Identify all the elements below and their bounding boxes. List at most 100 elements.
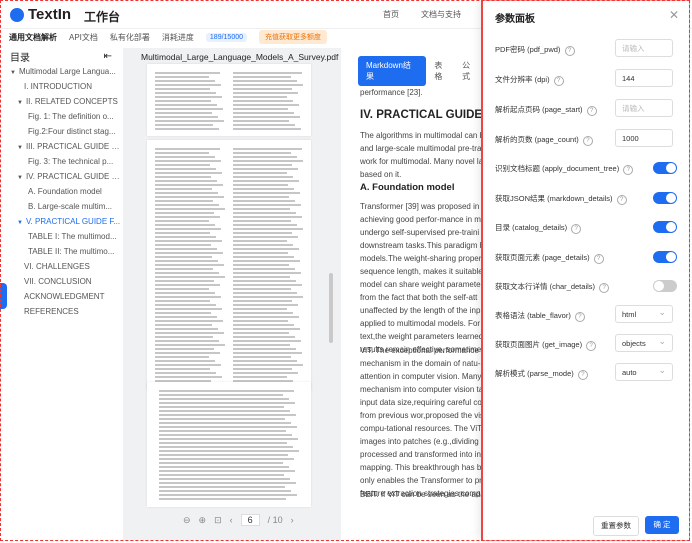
- collapse-icon[interactable]: ⇤: [104, 51, 112, 62]
- pdf-text-line: [155, 304, 216, 306]
- result-line: models.The weight-sharing propert: [360, 254, 482, 263]
- expand-arrow-icon[interactable]: ▼: [17, 145, 23, 151]
- param-label-text: 表格语法 (table_flavor): [495, 311, 571, 320]
- param-toggle[interactable]: [653, 251, 677, 263]
- pdf-text-line: [155, 272, 219, 274]
- param-input[interactable]: 1000: [615, 129, 673, 147]
- toc-item[interactable]: TABLE II: The multimo...: [0, 244, 122, 259]
- fit-icon[interactable]: ⊡: [214, 515, 222, 526]
- pdf-text-line: [233, 356, 291, 358]
- subnav-api-docs[interactable]: API文档: [69, 32, 98, 43]
- pdf-text-line: [159, 478, 290, 480]
- param-select[interactable]: auto: [615, 361, 673, 381]
- logo[interactable]: TextIn: [10, 6, 71, 23]
- pdf-text-line: [155, 236, 216, 238]
- pdf-text-line: [233, 228, 303, 230]
- top-nav: 首页 文档与支持: [383, 9, 461, 20]
- next-page-icon[interactable]: ›: [291, 515, 294, 525]
- param-select[interactable]: html: [615, 303, 673, 323]
- promo-button[interactable]: 充值获取更多额度: [259, 30, 327, 44]
- pdf-page-thumb[interactable]: [147, 140, 311, 390]
- nav-docs[interactable]: 文档与支持: [421, 9, 461, 20]
- tab-markdown[interactable]: Markdown结果: [358, 56, 427, 86]
- reset-button[interactable]: 重置参数: [593, 516, 639, 536]
- toc-item[interactable]: TABLE I: The multimod...: [0, 229, 122, 244]
- param-toggle[interactable]: [653, 221, 677, 233]
- toc-header: 目录 ⇤: [0, 48, 122, 64]
- help-icon[interactable]: ?: [599, 283, 610, 293]
- help-icon[interactable]: ?: [582, 136, 593, 146]
- help-icon[interactable]: ?: [586, 341, 597, 351]
- page-number-input[interactable]: 6: [240, 514, 260, 526]
- toc-item[interactable]: ACKNOWLEDGMENT: [0, 289, 122, 304]
- param-toggle[interactable]: [653, 162, 677, 174]
- pdf-page-thumb[interactable]: [147, 382, 311, 507]
- help-icon[interactable]: ?: [564, 46, 575, 56]
- param-toggle[interactable]: [653, 192, 677, 204]
- pdf-text-line: [155, 200, 213, 202]
- result-line: text,the weight parameters learned: [360, 332, 482, 341]
- tab-formula[interactable]: 公式: [458, 56, 482, 86]
- side-expand-tab[interactable]: [0, 283, 7, 309]
- toc-item[interactable]: REFERENCES: [0, 304, 122, 319]
- toc-item[interactable]: Fig. 1: The definition o...: [0, 109, 122, 124]
- param-select[interactable]: objects: [615, 332, 673, 352]
- expand-arrow-icon[interactable]: ▼: [17, 220, 23, 226]
- param-toggle[interactable]: [653, 280, 677, 292]
- pdf-text-line: [155, 128, 219, 130]
- close-icon[interactable]: ✕: [669, 8, 679, 22]
- pdf-text-line: [155, 152, 209, 154]
- toc-item[interactable]: Fig. 3: The technical p...: [0, 154, 122, 169]
- toc-item-label: A. Foundation model: [28, 187, 102, 196]
- pdf-viewer: Multimodal_Large_Language_Models_A_Surve…: [123, 48, 341, 541]
- toc-item[interactable]: ▼ III. PRACTICAL GUIDE F...: [0, 139, 122, 154]
- prev-page-icon[interactable]: ‹: [230, 515, 233, 525]
- expand-arrow-icon[interactable]: ▼: [10, 70, 16, 76]
- confirm-button[interactable]: 确 定: [645, 516, 679, 534]
- toc-item[interactable]: I. INTRODUCTION: [0, 79, 122, 94]
- help-icon[interactable]: ?: [553, 76, 564, 86]
- help-icon[interactable]: ?: [577, 370, 588, 380]
- help-icon[interactable]: ?: [593, 254, 604, 264]
- pdf-text-line: [159, 482, 296, 484]
- pdf-text-line: [233, 212, 296, 214]
- param-label: 获取文本行详情 (char_details) ?: [495, 281, 610, 293]
- result-tabs: Markdown结果 表格 公式: [358, 56, 482, 86]
- help-icon[interactable]: ?: [574, 312, 585, 322]
- toc-item[interactable]: VII. CONCLUSION: [0, 274, 122, 289]
- pdf-text-line: [155, 300, 210, 302]
- toc-list: ▼ Multimodal Large Langua... I. INTRODUCTI…: [0, 64, 122, 319]
- tab-table[interactable]: 表格: [430, 56, 454, 86]
- help-icon[interactable]: ?: [616, 195, 627, 205]
- help-icon[interactable]: ?: [586, 106, 597, 116]
- toc-item[interactable]: ▼ V. PRACTICAL GUIDE F...: [0, 214, 122, 229]
- pdf-text-line: [159, 446, 293, 448]
- param-label: 文件分辨率 (dpi) ?: [495, 74, 564, 86]
- expand-arrow-icon[interactable]: ▼: [17, 100, 23, 106]
- toc-item[interactable]: A. Foundation model: [0, 184, 122, 199]
- toc-item[interactable]: ▼ II. RELATED CONCEPTS: [0, 94, 122, 109]
- toc-item[interactable]: Fig.2:Four distinct stag...: [0, 124, 122, 139]
- expand-arrow-icon[interactable]: ▼: [17, 175, 23, 181]
- pdf-text-line: [159, 422, 291, 424]
- subnav-private-deploy[interactable]: 私有化部署: [110, 32, 150, 43]
- zoom-in-icon[interactable]: ⊕: [199, 515, 207, 526]
- param-input[interactable]: 请输入: [615, 39, 673, 57]
- pdf-page-thumb[interactable]: [147, 64, 311, 136]
- help-icon[interactable]: ?: [571, 224, 582, 234]
- pdf-text-line: [155, 316, 217, 318]
- pdf-text-line: [159, 442, 287, 444]
- toc-item[interactable]: ▼ Multimodal Large Langua...: [0, 64, 122, 79]
- viewer-scrollbar[interactable]: [329, 273, 333, 343]
- zoom-out-icon[interactable]: ⊖: [183, 515, 191, 526]
- help-icon[interactable]: ?: [623, 165, 634, 175]
- param-input[interactable]: 请输入: [615, 99, 673, 117]
- toc-item[interactable]: VI. CHALLENGES: [0, 259, 122, 274]
- subnav-general-parse[interactable]: 通用文档解析: [9, 32, 57, 43]
- toc-item[interactable]: ▼ IV. PRACTICAL GUIDE F...: [0, 169, 122, 184]
- pdf-text-line: [233, 116, 300, 118]
- toc-item[interactable]: B. Large-scale multim...: [0, 199, 122, 214]
- pdf-text-line: [233, 248, 299, 250]
- nav-home[interactable]: 首页: [383, 9, 399, 20]
- param-input[interactable]: 144: [615, 69, 673, 87]
